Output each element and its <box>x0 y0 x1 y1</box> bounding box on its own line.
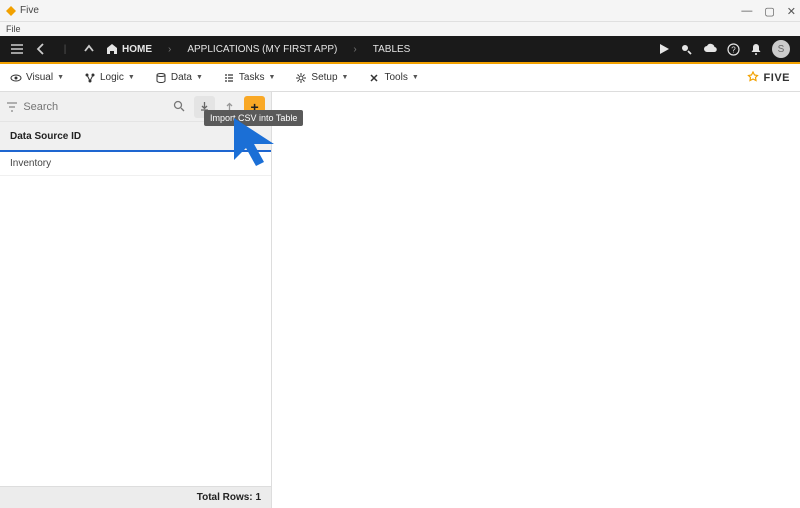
section-visual[interactable]: Visual ▼ <box>10 72 64 84</box>
content-area <box>272 92 800 508</box>
breadcrumb-tables[interactable]: TABLES <box>373 44 411 55</box>
brand-label: FIVE <box>764 72 790 84</box>
breadcrumb-tables-label: TABLES <box>373 44 411 55</box>
section-visual-label: Visual <box>26 72 53 83</box>
search-global-icon[interactable] <box>680 43 693 56</box>
list-item[interactable]: Inventory <box>0 152 271 176</box>
up-icon[interactable] <box>82 42 96 56</box>
app-icon <box>6 6 16 16</box>
gear-icon <box>295 72 307 84</box>
hamburger-icon[interactable] <box>10 42 24 56</box>
section-setup[interactable]: Setup ▼ <box>295 72 348 84</box>
list-item-label: Inventory <box>10 158 51 169</box>
help-icon[interactable]: ? <box>727 43 740 56</box>
nav-left: | HOME › APPLICATIONS (MY FIRST APP) › T… <box>10 42 410 56</box>
chevron-right-icon: › <box>168 44 171 55</box>
chevron-down-icon: ▼ <box>268 74 275 81</box>
avatar[interactable]: S <box>772 40 790 58</box>
section-data[interactable]: Data ▼ <box>155 72 203 84</box>
section-setup-label: Setup <box>311 72 337 83</box>
search-icon[interactable] <box>169 96 190 118</box>
chevron-down-icon: ▼ <box>57 74 64 81</box>
brand-star-icon <box>746 71 760 85</box>
section-tools-label: Tools <box>384 72 407 83</box>
window-close-button[interactable]: ✕ <box>787 5 796 18</box>
breadcrumb-home[interactable]: HOME <box>106 43 152 55</box>
avatar-initial: S <box>778 44 785 55</box>
breadcrumb-applications[interactable]: APPLICATIONS (MY FIRST APP) <box>187 44 337 55</box>
home-icon <box>106 43 118 55</box>
menu-file[interactable]: File <box>6 24 21 34</box>
main: + Data Source ID Inventory Total Rows: 1 <box>0 92 800 508</box>
database-icon <box>155 72 167 84</box>
chevron-down-icon: ▼ <box>412 74 419 81</box>
chevron-down-icon: ▼ <box>196 74 203 81</box>
chevron-down-icon: ▼ <box>342 74 349 81</box>
nav-right: ? S <box>658 40 790 58</box>
window-titlebar: Five — ▢ ✕ <box>0 0 800 22</box>
section-tasks[interactable]: Tasks ▼ <box>223 72 276 84</box>
column-header-label: Data Source ID <box>10 131 81 142</box>
window-minimize-button[interactable]: — <box>741 5 752 17</box>
table-list: Inventory <box>0 152 271 486</box>
top-nav: | HOME › APPLICATIONS (MY FIRST APP) › T… <box>0 36 800 64</box>
bell-icon[interactable] <box>750 43 762 56</box>
section-tools[interactable]: Tools ▼ <box>368 72 418 84</box>
filter-icon[interactable] <box>6 101 19 113</box>
sidebar-footer: Total Rows: 1 <box>0 486 271 508</box>
breadcrumb-applications-label: APPLICATIONS (MY FIRST APP) <box>187 44 337 55</box>
logic-icon <box>84 72 96 84</box>
back-icon[interactable] <box>34 42 48 56</box>
footer-count: 1 <box>255 492 261 503</box>
section-data-label: Data <box>171 72 192 83</box>
search-input[interactable] <box>23 101 165 113</box>
breadcrumb-home-label: HOME <box>122 44 152 55</box>
cloud-icon[interactable] <box>703 43 717 55</box>
divider: | <box>58 42 72 56</box>
eye-icon <box>10 72 22 84</box>
tooltip-import-csv: Import CSV into Table <box>204 110 303 126</box>
svg-text:?: ? <box>731 45 736 54</box>
column-header[interactable]: Data Source ID <box>0 122 271 152</box>
tasks-icon <box>223 72 235 84</box>
window-title: Five <box>20 5 39 16</box>
brand-logo: FIVE <box>746 71 790 85</box>
chevron-down-icon: ▼ <box>128 74 135 81</box>
play-icon[interactable] <box>658 43 670 55</box>
tools-icon <box>368 72 380 84</box>
window-maximize-button[interactable]: ▢ <box>764 5 774 18</box>
section-bar: Visual ▼ Logic ▼ Data ▼ Tasks ▼ Setup ▼ … <box>0 64 800 92</box>
section-tasks-label: Tasks <box>239 72 265 83</box>
section-logic-label: Logic <box>100 72 124 83</box>
footer-label: Total Rows: <box>197 492 253 503</box>
sidebar: + Data Source ID Inventory Total Rows: 1 <box>0 92 272 508</box>
menubar: File <box>0 22 800 36</box>
tooltip-text: Import CSV into Table <box>210 113 297 123</box>
chevron-right-icon: › <box>353 44 356 55</box>
section-logic[interactable]: Logic ▼ <box>84 72 135 84</box>
window-controls: — ▢ ✕ <box>741 0 796 22</box>
